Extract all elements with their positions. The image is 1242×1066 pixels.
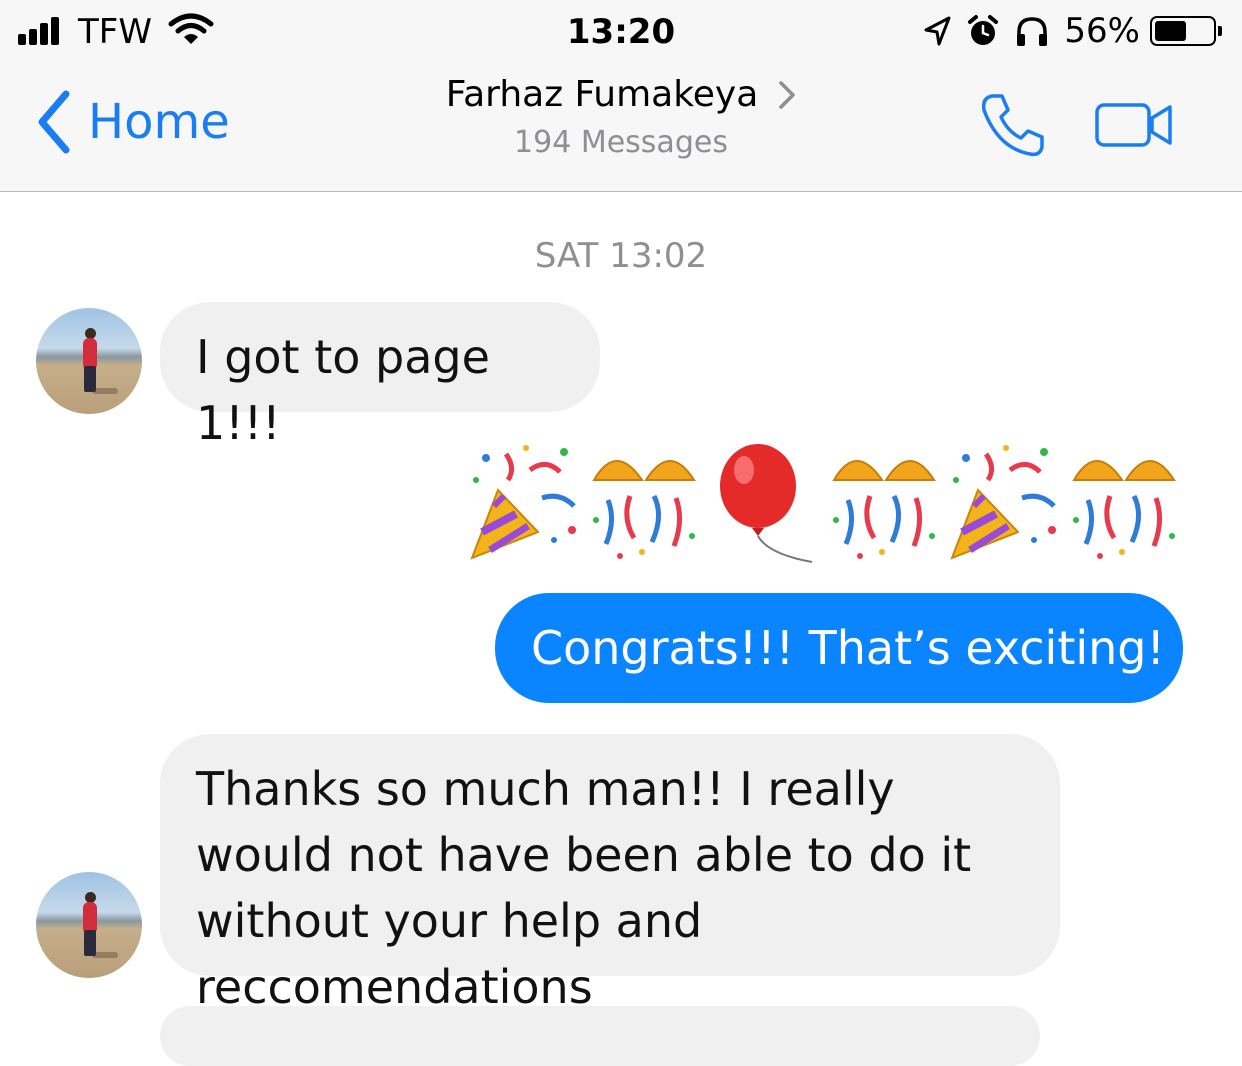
message-bubble-incoming[interactable]: I got to page 1!!! (160, 302, 600, 450)
confetti-ball-icon (592, 460, 696, 559)
chevron-right-icon (779, 80, 796, 109)
status-bar: TFW 13:20 56% (0, 0, 1242, 62)
contact-name: Farhaz Fumakeya (445, 74, 759, 115)
phone-call-icon[interactable] (978, 90, 1048, 160)
balloon-icon (720, 444, 813, 563)
party-popper-icon (470, 445, 576, 560)
message-bubble-incoming[interactable]: Thanks so much man!! I really would not … (160, 734, 1060, 1014)
battery-level-fill (1155, 21, 1186, 41)
battery-nub (1218, 26, 1222, 36)
message-bubble-incoming-partial[interactable] (160, 1006, 1040, 1066)
alarm-clock-icon (968, 15, 999, 45)
emoji-message[interactable] (468, 440, 1188, 564)
message-bubble-outgoing[interactable]: Congrats!!! That’s exciting! (495, 593, 1183, 703)
contact-avatar[interactable] (36, 872, 142, 978)
video-call-icon[interactable] (1094, 100, 1174, 150)
party-popper-icon (950, 445, 1056, 560)
confetti-ball-icon (1072, 460, 1176, 559)
contact-name-row: Farhaz Fumakeya (446, 74, 797, 115)
battery-icon (1150, 16, 1216, 46)
thread-timestamp: SAT 13:02 (534, 236, 708, 276)
headphones-icon (1017, 17, 1048, 46)
battery-percent: 56% (1064, 11, 1140, 51)
message-count: 194 Messages (514, 125, 728, 160)
conversation-header: Home Farhaz Fumakeya 194 Messages (0, 62, 1242, 192)
contact-avatar[interactable] (36, 308, 142, 414)
contact-info[interactable]: Farhaz Fumakeya 194 Messages (0, 74, 1242, 160)
location-arrow-icon (924, 16, 951, 46)
confetti-ball-icon (832, 460, 936, 559)
